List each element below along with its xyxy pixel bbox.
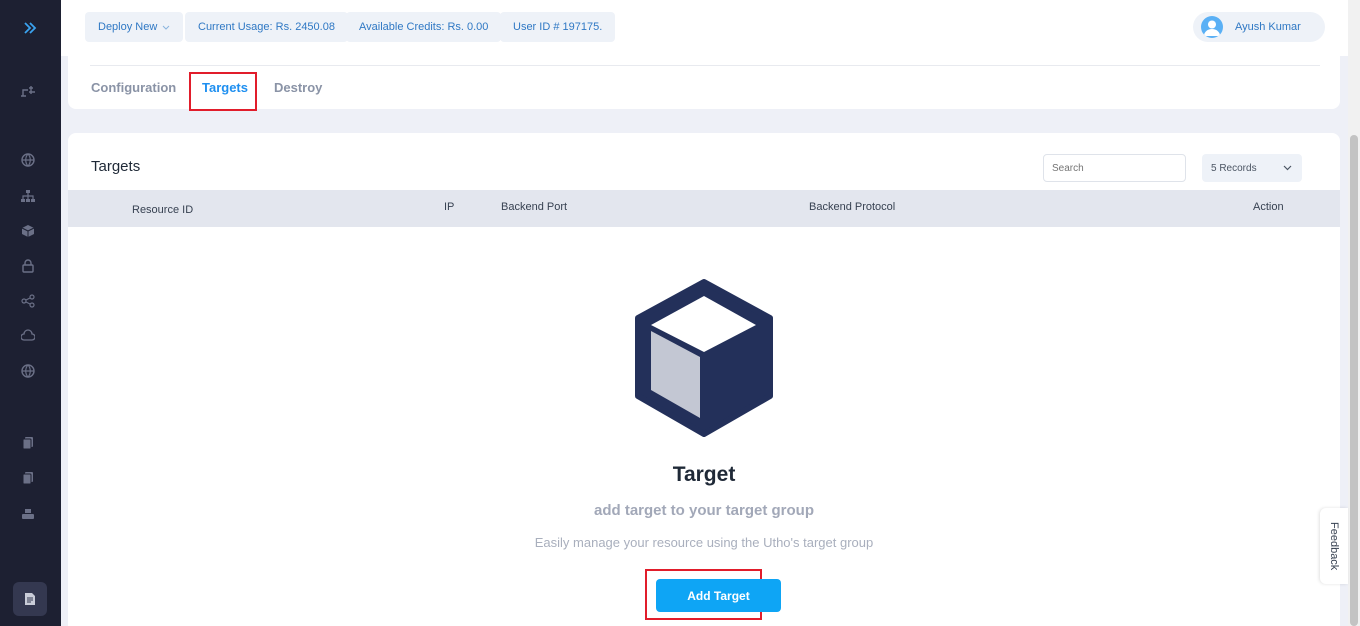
tabs-card: Configuration Targets Destroy xyxy=(68,48,1340,111)
feedback-tab[interactable]: Feedback xyxy=(1320,508,1348,584)
current-usage-text: Current Usage: Rs. 2450.08 xyxy=(198,21,335,33)
column-resource-id: Resource ID xyxy=(132,204,194,216)
available-credits-chip: Available Credits: Rs. 0.00 xyxy=(346,12,502,42)
targets-tab-highlight xyxy=(189,72,257,111)
lock-icon[interactable] xyxy=(18,256,38,276)
table-header: Resource ID IP Backend Port Backend Prot… xyxy=(68,190,1340,227)
targets-card: Targets 5 Records Resource ID IP Backend… xyxy=(68,133,1340,626)
scrollbar-thumb[interactable] xyxy=(1350,135,1358,626)
network-icon[interactable] xyxy=(18,186,38,206)
copy-icon[interactable] xyxy=(18,433,38,453)
available-credits-text: Available Credits: Rs. 0.00 xyxy=(359,21,489,33)
chevron-down-icon xyxy=(162,25,170,30)
tab-configuration[interactable]: Configuration xyxy=(91,80,176,95)
page-scrollbar[interactable] xyxy=(1348,0,1360,626)
column-backend-port: Backend Port xyxy=(501,201,568,213)
current-usage-chip: Current Usage: Rs. 2450.08 xyxy=(185,12,348,42)
feedback-label: Feedback xyxy=(1328,521,1340,571)
target-cube-icon xyxy=(635,279,773,437)
add-target-button[interactable]: Add Target xyxy=(656,579,781,612)
empty-state-description: Easily manage your resource using the Ut… xyxy=(534,535,874,550)
records-label: 5 Records xyxy=(1211,162,1257,174)
tab-destroy[interactable]: Destroy xyxy=(274,80,322,95)
deploy-new-dropdown[interactable]: Deploy New xyxy=(85,12,184,42)
cloud-icon[interactable] xyxy=(18,326,38,346)
records-per-page-select[interactable]: 5 Records xyxy=(1202,154,1302,182)
user-name: Ayush Kumar xyxy=(1235,21,1301,33)
sidebar-expand-icon[interactable] xyxy=(18,16,42,40)
chevron-down-icon xyxy=(1283,163,1292,174)
share-icon[interactable] xyxy=(18,291,38,311)
search-input[interactable] xyxy=(1043,154,1186,182)
document-icon[interactable] xyxy=(13,582,47,616)
server-icon[interactable] xyxy=(18,504,38,524)
files-icon[interactable] xyxy=(18,468,38,488)
sidebar xyxy=(0,0,61,626)
dns-icon[interactable] xyxy=(18,361,38,381)
targets-card-title: Targets xyxy=(91,158,141,175)
user-id-text: User ID # 197175. xyxy=(513,21,603,33)
user-id-chip: User ID # 197175. xyxy=(500,12,616,42)
empty-state-subtitle: add target to your target group xyxy=(593,502,814,519)
column-backend-protocol: Backend Protocol xyxy=(809,201,896,213)
deploy-icon[interactable] xyxy=(18,81,38,101)
user-menu[interactable]: Ayush Kumar xyxy=(1193,12,1325,42)
empty-state-title: Target xyxy=(672,463,736,486)
deploy-new-label: Deploy New xyxy=(98,21,158,33)
column-ip: IP xyxy=(444,201,455,213)
column-action: Action xyxy=(1253,201,1284,213)
cube-icon[interactable] xyxy=(18,221,38,241)
tabs-divider xyxy=(90,65,1320,66)
avatar xyxy=(1201,16,1223,38)
globe-icon[interactable] xyxy=(18,150,38,170)
